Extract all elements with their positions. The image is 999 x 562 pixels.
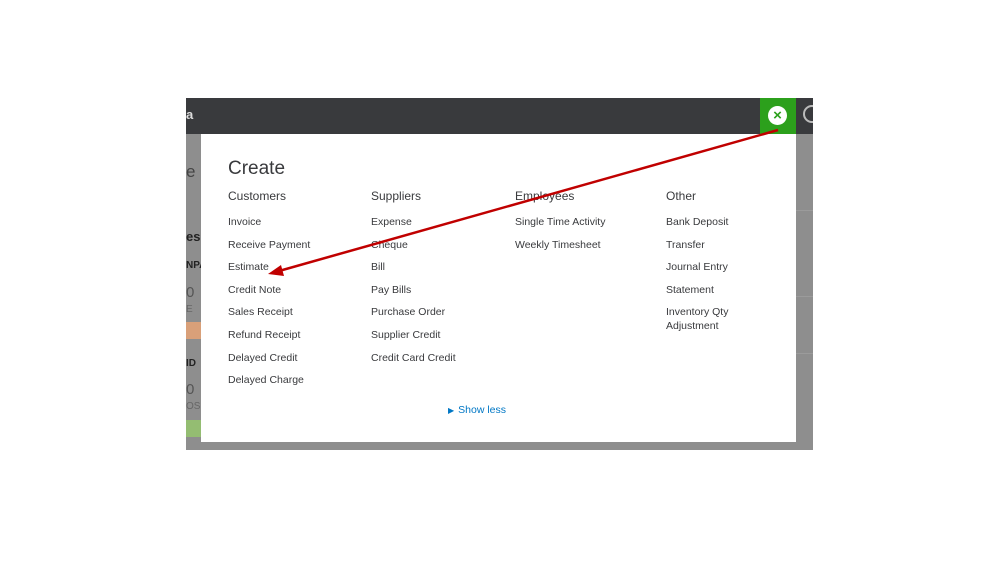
arrow-head <box>268 265 284 276</box>
arrow-line <box>278 128 779 273</box>
annotation-arrow <box>268 128 779 276</box>
